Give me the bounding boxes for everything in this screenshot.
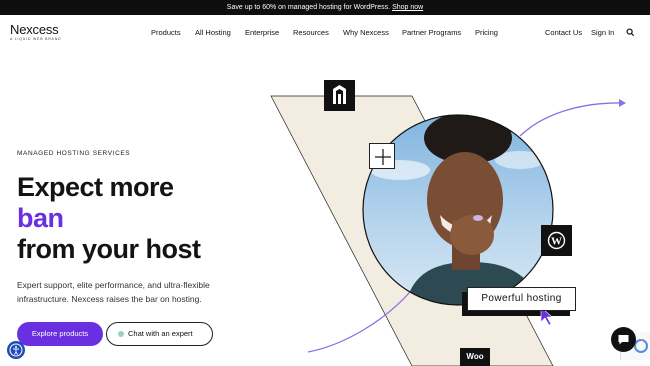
powerful-hosting-callout: Powerful hosting xyxy=(467,287,576,311)
accessibility-icon[interactable] xyxy=(7,341,25,359)
chat-with-expert-label: Chat with an expert xyxy=(128,329,193,338)
woocommerce-icon: Woo xyxy=(460,348,490,366)
hero-subtext: Expert support, elite performance, and u… xyxy=(17,280,210,304)
plus-icon xyxy=(369,143,395,169)
headline-line-3: from your host xyxy=(17,234,201,264)
chat-icon[interactable] xyxy=(611,327,636,352)
arrow-top xyxy=(519,102,625,137)
arrow-head-icon xyxy=(619,99,626,107)
explore-products-button[interactable]: Explore products xyxy=(17,322,103,346)
headline-line-1: Expect more xyxy=(17,172,174,202)
hero-eyebrow: MANAGED HOSTING SERVICES xyxy=(17,150,131,157)
chat-with-expert-button[interactable]: Chat with an expert xyxy=(106,322,213,346)
headline-rotating-word: ban xyxy=(17,203,64,233)
svg-text:W: W xyxy=(551,236,562,248)
hero-headline: Expect more ban from your host xyxy=(17,172,201,265)
online-status-icon xyxy=(118,331,124,337)
